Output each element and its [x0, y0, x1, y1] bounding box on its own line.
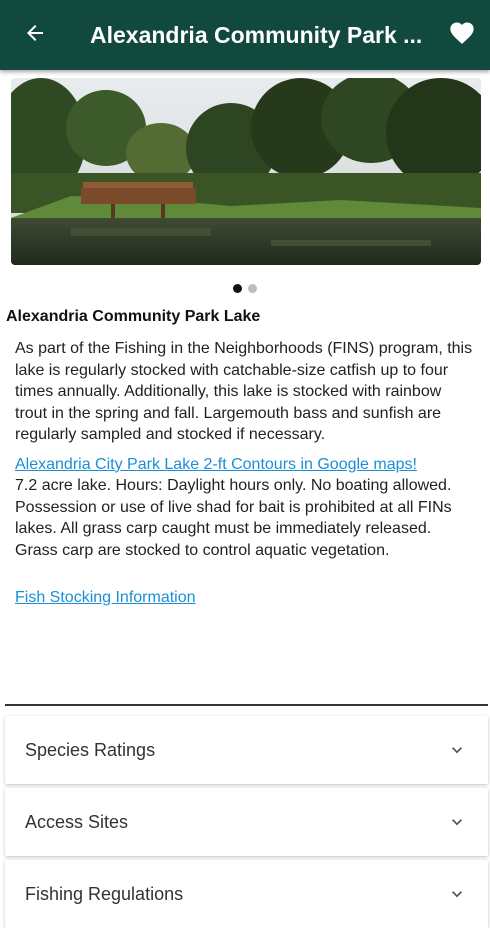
panel-label: Access Sites	[25, 811, 129, 832]
access-sites-panel[interactable]: Access Sites	[5, 788, 488, 856]
chevron-down-icon	[446, 739, 468, 761]
fish-stocking-link[interactable]: Fish Stocking Information	[15, 587, 196, 609]
carousel-dot-1[interactable]	[233, 284, 242, 293]
fishing-regulations-panel[interactable]: Fishing Regulations	[5, 860, 488, 928]
chevron-down-icon	[446, 883, 468, 905]
back-button[interactable]	[0, 0, 70, 70]
page-title: Alexandria Community Park ...	[90, 21, 423, 48]
app-bar: Alexandria Community Park ...	[0, 0, 490, 70]
panel-label: Species Ratings	[25, 739, 156, 760]
chevron-down-icon	[446, 811, 468, 833]
lake-details: As part of the Fishing in the Neighborho…	[15, 338, 475, 609]
panel-label: Fishing Regulations	[25, 883, 184, 904]
map-link[interactable]: Alexandria City Park Lake 2-ft Contours …	[15, 454, 417, 476]
lake-name: Alexandria Community Park Lake	[6, 308, 261, 325]
species-ratings-panel[interactable]: Species Ratings	[5, 716, 488, 784]
favorite-button[interactable]	[434, 0, 490, 70]
lake-notes: 7.2 acre lake. Hours: Daylight hours onl…	[15, 477, 452, 559]
heart-icon	[448, 19, 476, 52]
lake-description: As part of the Fishing in the Neighborho…	[15, 340, 473, 443]
lake-photo[interactable]	[11, 78, 481, 265]
carousel-dot-2[interactable]	[248, 284, 257, 293]
carousel-indicator	[0, 284, 490, 294]
arrow-left-icon	[23, 21, 47, 50]
divider	[5, 704, 488, 706]
